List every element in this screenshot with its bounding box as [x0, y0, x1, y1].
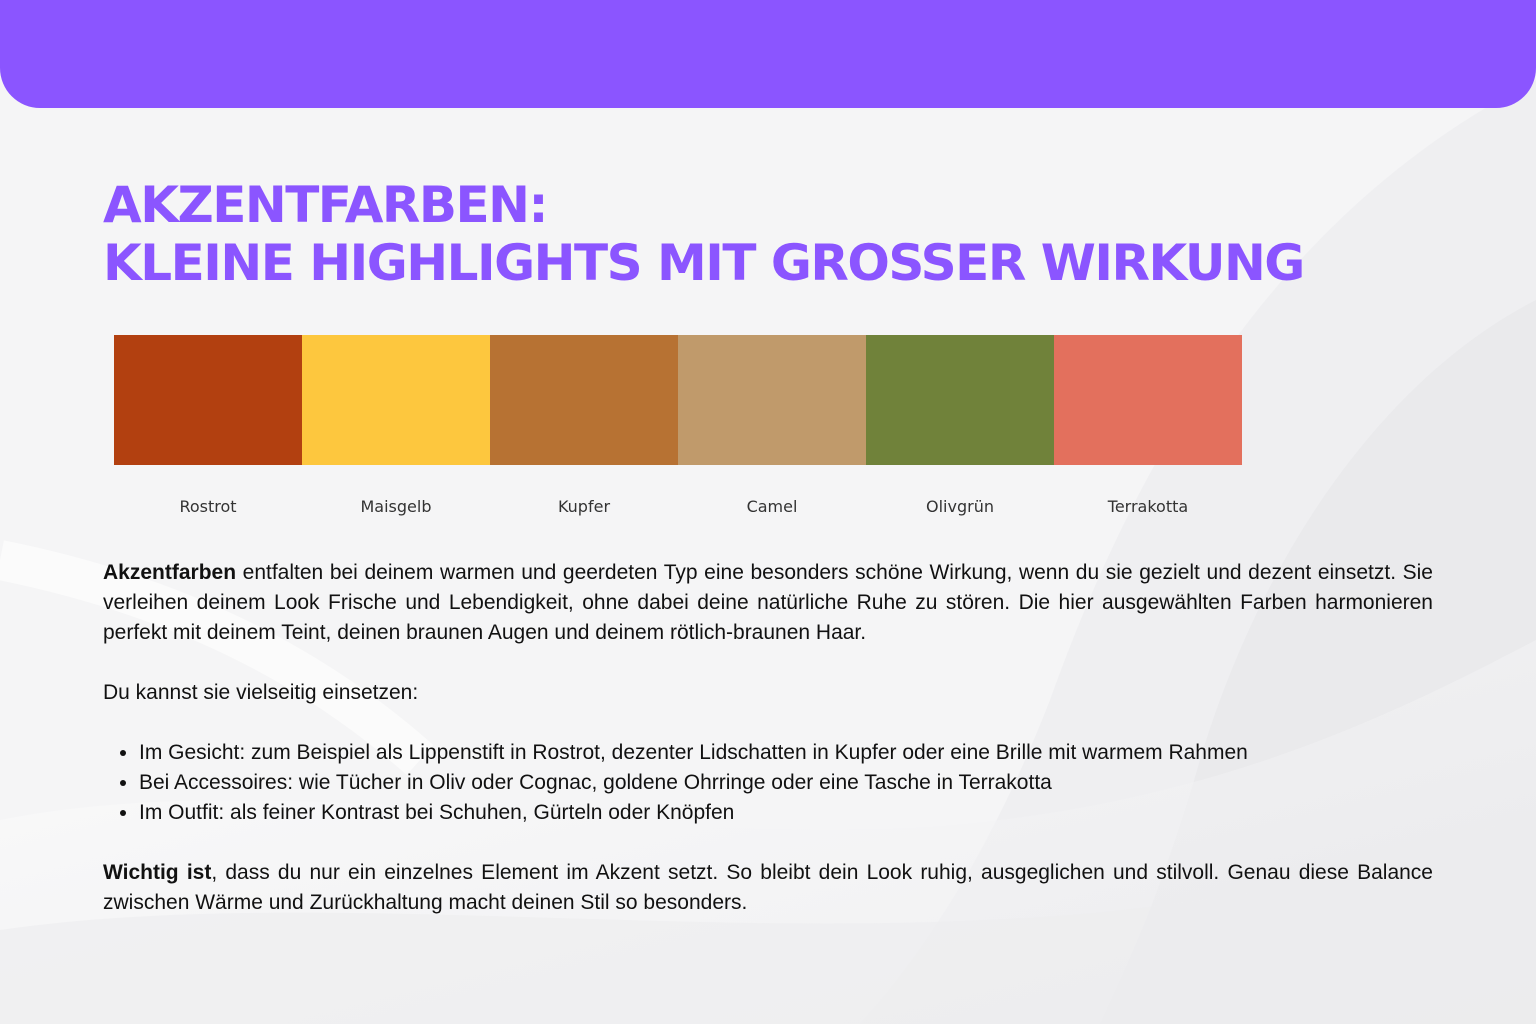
closing-paragraph: Wichtig ist, dass du nur ein einzelnes E… — [103, 858, 1433, 918]
swatch-label: Maisgelb — [360, 497, 432, 516]
color-palette: Rostrot Maisgelb Kupfer Camel Olivgrün Terrak… — [114, 335, 1242, 516]
intro-text: entfalten bei deinem warmen und geerdete… — [103, 561, 1433, 644]
list-item: Im Gesicht: zum Beispiel als Lippenstift… — [139, 738, 1433, 768]
swatch-label: Terrakotta — [1107, 497, 1189, 516]
color-swatch-maisgelb — [302, 335, 490, 465]
list-item: Bei Accessoires: wie Tücher in Oliv oder… — [139, 768, 1433, 798]
closing-text: , dass du nur ein einzelnes Element im A… — [103, 861, 1433, 914]
list-item: Im Outfit: als feiner Kontrast bei Schuh… — [139, 798, 1433, 828]
color-swatch-camel — [678, 335, 866, 465]
body-text: Akzentfarben entfalten bei deinem warmen… — [103, 558, 1433, 918]
intro-bold: Akzentfarben — [103, 561, 237, 584]
color-swatch-kupfer — [490, 335, 678, 465]
header-bar — [0, 0, 1536, 108]
intro-paragraph: Akzentfarben entfalten bei deinem warmen… — [103, 558, 1433, 648]
usage-intro: Du kannst sie vielseitig einsetzen: — [103, 681, 419, 704]
color-swatch-terrakotta — [1054, 335, 1242, 465]
swatch-label: Rostrot — [179, 497, 237, 516]
title-line-2: KLEINE HIGHLIGHTS MIT GROSSER WIRKUNG — [103, 234, 1305, 292]
palette-swatches — [114, 335, 1242, 465]
title-line-1: AKZENTFARBEN: — [103, 176, 549, 234]
closing-bold: Wichtig ist — [103, 861, 212, 884]
swatch-label: Kupfer — [557, 497, 611, 516]
swatch-label: Olivgrün — [926, 497, 994, 516]
color-swatch-rostrot — [114, 335, 302, 465]
usage-list: Im Gesicht: zum Beispiel als Lippenstift… — [103, 738, 1433, 828]
swatch-label: Camel — [746, 497, 798, 516]
page-title: AKZENTFARBEN: KLEINE HIGHLIGHTS MIT GROS… — [103, 176, 1305, 292]
color-swatch-olivgrün — [866, 335, 1054, 465]
palette-labels: Rostrot Maisgelb Kupfer Camel Olivgrün Terrak… — [114, 497, 1242, 516]
